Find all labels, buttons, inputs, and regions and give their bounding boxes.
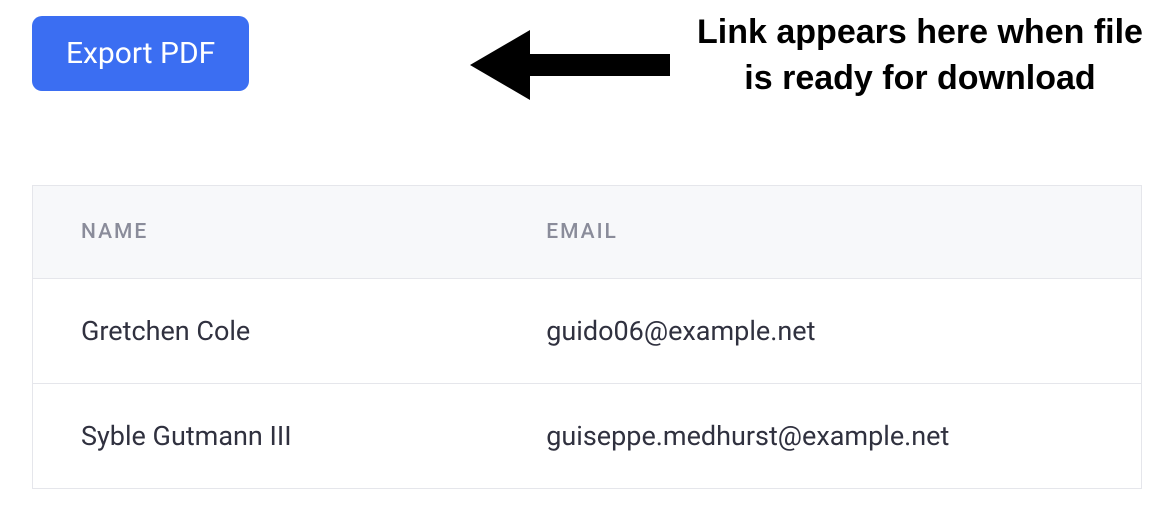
users-table: NAME EMAIL Gretchen Cole guido06@example… [32, 185, 1142, 489]
annotation-arrow [470, 20, 670, 110]
cell-name: Syble Gutmann III [33, 384, 499, 489]
table-header-row: NAME EMAIL [33, 186, 1142, 279]
table-row: Syble Gutmann III guiseppe.medhurst@exam… [33, 384, 1142, 489]
cell-email: guiseppe.medhurst@example.net [498, 384, 1141, 489]
column-header-name: NAME [33, 186, 499, 279]
cell-email: guido06@example.net [498, 279, 1141, 384]
column-header-email: EMAIL [498, 186, 1141, 279]
export-pdf-button[interactable]: Export PDF [32, 16, 249, 91]
arrow-left-icon [470, 20, 670, 110]
main-container: Export PDF Link appears here when file i… [0, 0, 1174, 489]
header-row: Export PDF Link appears here when file i… [0, 0, 1174, 185]
annotation-text: Link appears here when file is ready for… [680, 10, 1160, 102]
table-row: Gretchen Cole guido06@example.net [33, 279, 1142, 384]
cell-name: Gretchen Cole [33, 279, 499, 384]
